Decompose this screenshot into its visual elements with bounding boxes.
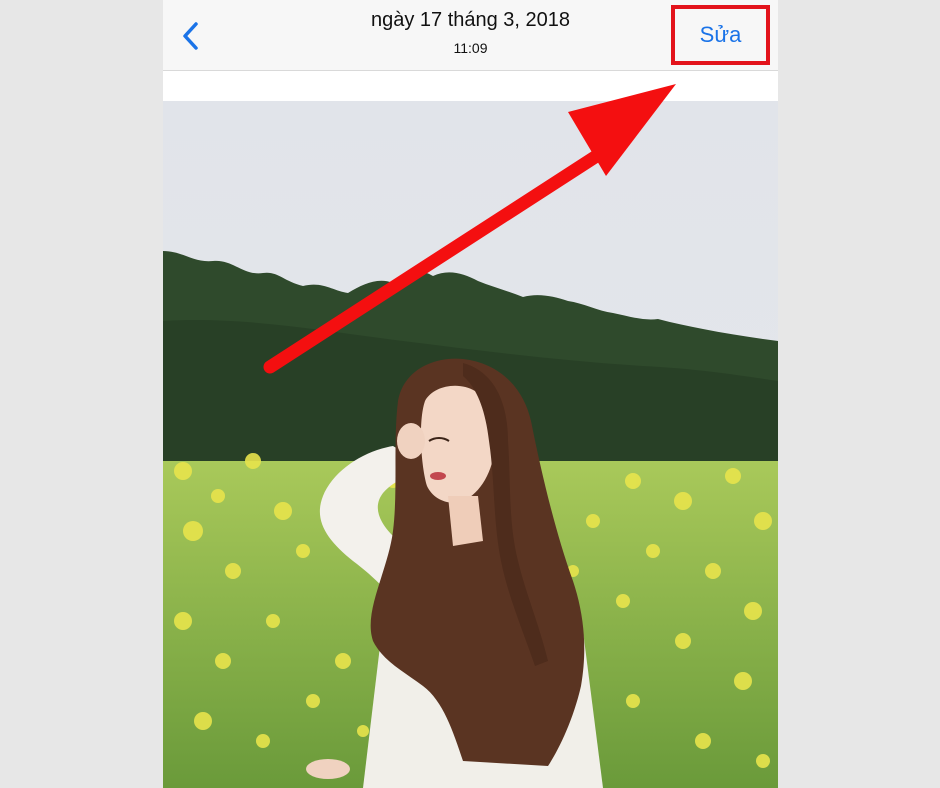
photo-date: ngày 17 tháng 3, 2018 (370, 9, 571, 31)
navigation-bar: ngày 17 tháng 3, 2018 11:09 Sửa (163, 0, 778, 71)
back-button[interactable] (171, 14, 211, 58)
edit-button[interactable]: Sửa (671, 5, 770, 65)
phone-screen: ngày 17 tháng 3, 2018 11:09 Sửa (163, 0, 778, 788)
photo-time: 11:09 (453, 40, 488, 56)
photo-header: ngày 17 tháng 3, 2018 11:09 (283, 6, 658, 58)
chevron-left-icon (183, 22, 198, 50)
photo-viewer (163, 101, 778, 788)
